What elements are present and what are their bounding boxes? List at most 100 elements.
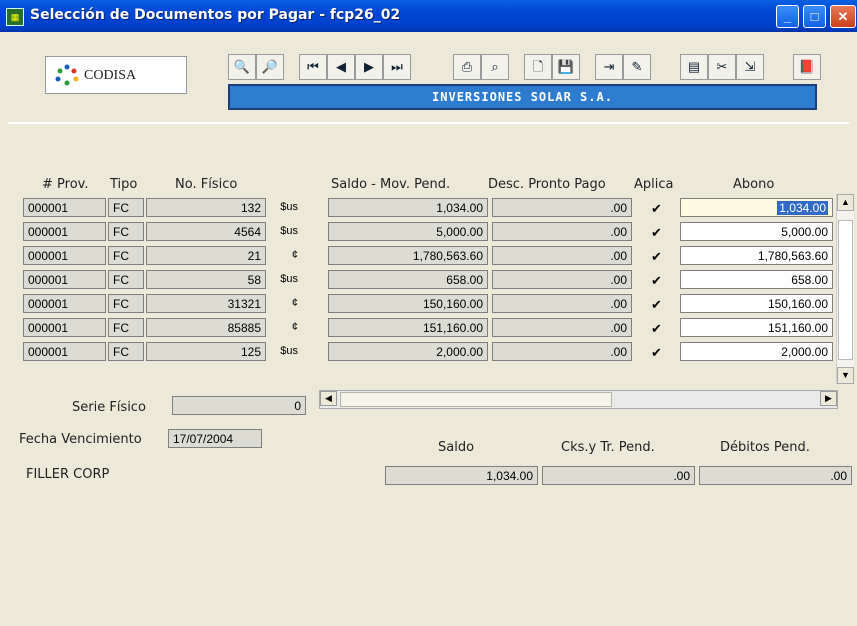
row-abono-field[interactable]: 658.00 [680,270,833,289]
app-icon: ▦ [6,8,24,26]
maximize-button[interactable]: □ [803,5,826,28]
row-abono-field[interactable]: 5,000.00 [680,222,833,241]
execute-query-button[interactable]: 🔎 [256,54,284,80]
clear-icon: ▤ [687,59,701,74]
cks-label: Cks.y Tr. Pend. [561,440,655,455]
print-button[interactable]: ⎙ [453,54,481,80]
help-icon: 📕 [798,59,816,74]
scroll-down-icon[interactable]: ▼ [837,367,854,384]
row-fisico-cell[interactable]: 132 [146,198,266,217]
minimize-button[interactable]: _ [776,5,799,28]
row-saldo-cell[interactable]: 658.00 [328,270,488,289]
row-aplica-checkbox[interactable]: ✔ [650,322,663,335]
row-tipo-cell[interactable]: FC [108,270,144,289]
row-abono-field[interactable]: 150,160.00 [680,294,833,313]
row-saldo-cell[interactable]: 1,034.00 [328,198,488,217]
exit-button[interactable]: ⇲ [736,54,764,80]
row-fisico-cell[interactable]: 125 [146,342,266,361]
row-abono-value: 2,000.00 [781,345,828,359]
row-saldo-cell[interactable]: 2,000.00 [328,342,488,361]
row-fisico-cell[interactable]: 31321 [146,294,266,313]
fecha-label: Fecha Vencimiento [19,432,142,447]
row-prov-cell[interactable]: 000001 [23,222,106,241]
row-abono-field[interactable]: 151,160.00 [680,318,833,337]
row-tipo-cell[interactable]: FC [108,222,144,241]
edit-button[interactable]: ✎ [623,54,651,80]
row-abono-field[interactable]: 1,780,563.60 [680,246,833,265]
row-currency-label: $us [280,345,298,357]
row-saldo-cell[interactable]: 1,780,563.60 [328,246,488,265]
close-icon: ✕ [837,9,849,24]
row-fisico-cell[interactable]: 58 [146,270,266,289]
help-button[interactable]: 📕 [793,54,821,80]
row-desc-cell[interactable]: .00 [492,342,632,361]
row-saldo-cell[interactable]: 5,000.00 [328,222,488,241]
first-record-icon: ⏮ [307,59,319,74]
scroll-right-icon[interactable]: ▶ [820,391,837,406]
prev-record-button[interactable]: ◀ [327,54,355,80]
row-abono-value: 151,160.00 [767,321,828,335]
row-currency-label: ¢ [291,297,298,309]
row-desc-cell[interactable]: .00 [492,270,632,289]
row-desc-cell[interactable]: .00 [492,318,632,337]
row-tipo-cell[interactable]: FC [108,246,144,265]
last-record-button[interactable]: ⏭ [383,54,411,80]
row-abono-value: 658.00 [791,273,828,287]
next-record-button[interactable]: ▶ [355,54,383,80]
row-abono-value: 5,000.00 [781,225,828,239]
insert-button[interactable]: ⇥ [595,54,623,80]
row-aplica-checkbox[interactable]: ✔ [650,274,663,287]
header-fisico: No. Físico [175,177,238,192]
fecha-field[interactable]: 17/07/2004 [168,429,262,448]
row-tipo-cell[interactable]: FC [108,198,144,217]
row-aplica-checkbox[interactable]: ✔ [650,202,663,215]
clear-button[interactable]: ▤ [680,54,708,80]
scroll-up-icon[interactable]: ▲ [837,194,854,211]
row-prov-cell[interactable]: 000001 [23,318,106,337]
scroll-left-icon[interactable]: ◀ [320,391,337,406]
horizontal-scroll-thumb[interactable] [340,392,612,407]
row-abono-field[interactable]: 1,034.00 [680,198,833,217]
row-saldo-cell[interactable]: 150,160.00 [328,294,488,313]
row-aplica-checkbox[interactable]: ✔ [650,298,663,311]
row-prov-cell[interactable]: 000001 [23,294,106,313]
logo-dots-icon [55,64,79,86]
close-button[interactable]: ✕ [830,5,856,28]
vertical-scrollbar[interactable]: ▲ ▼ [836,194,854,384]
query-button[interactable]: 🔍 [228,54,256,80]
serie-field[interactable]: 0 [172,396,306,415]
row-prov-cell[interactable]: 000001 [23,270,106,289]
row-fisico-cell[interactable]: 4564 [146,222,266,241]
vertical-scroll-thumb[interactable] [838,220,853,360]
print-preview-button[interactable]: ⌕ [481,54,509,80]
row-abono-field[interactable]: 2,000.00 [680,342,833,361]
row-prov-cell[interactable]: 000001 [23,246,106,265]
edit-icon: ✎ [631,59,643,74]
row-tipo-cell[interactable]: FC [108,294,144,313]
tools-button[interactable]: ✂ [708,54,736,80]
saldo-field: 1,034.00 [385,466,538,485]
row-aplica-checkbox[interactable]: ✔ [650,226,663,239]
row-desc-cell[interactable]: .00 [492,246,632,265]
row-fisico-cell[interactable]: 21 [146,246,266,265]
row-prov-cell[interactable]: 000001 [23,342,106,361]
row-prov-cell[interactable]: 000001 [23,198,106,217]
save-button[interactable]: 💾 [552,54,580,80]
row-tipo-cell[interactable]: FC [108,342,144,361]
first-record-button[interactable]: ⏮ [299,54,327,80]
row-fisico-cell[interactable]: 85885 [146,318,266,337]
row-saldo-cell[interactable]: 151,160.00 [328,318,488,337]
row-desc-cell[interactable]: .00 [492,294,632,313]
row-desc-cell[interactable]: .00 [492,198,632,217]
serie-label: Serie Físico [72,400,146,415]
header-saldo: Saldo - Mov. Pend. [331,177,451,192]
row-aplica-checkbox[interactable]: ✔ [650,250,663,263]
new-record-button[interactable]: 🗋 [524,54,552,80]
debitos-label: Débitos Pend. [720,440,810,455]
row-aplica-checkbox[interactable]: ✔ [650,346,663,359]
header-prov: # Prov. [42,177,89,192]
window-title: Selección de Documentos por Pagar - fcp2… [30,7,401,23]
row-tipo-cell[interactable]: FC [108,318,144,337]
horizontal-scrollbar[interactable]: ◀ ▶ [319,390,838,409]
row-desc-cell[interactable]: .00 [492,222,632,241]
